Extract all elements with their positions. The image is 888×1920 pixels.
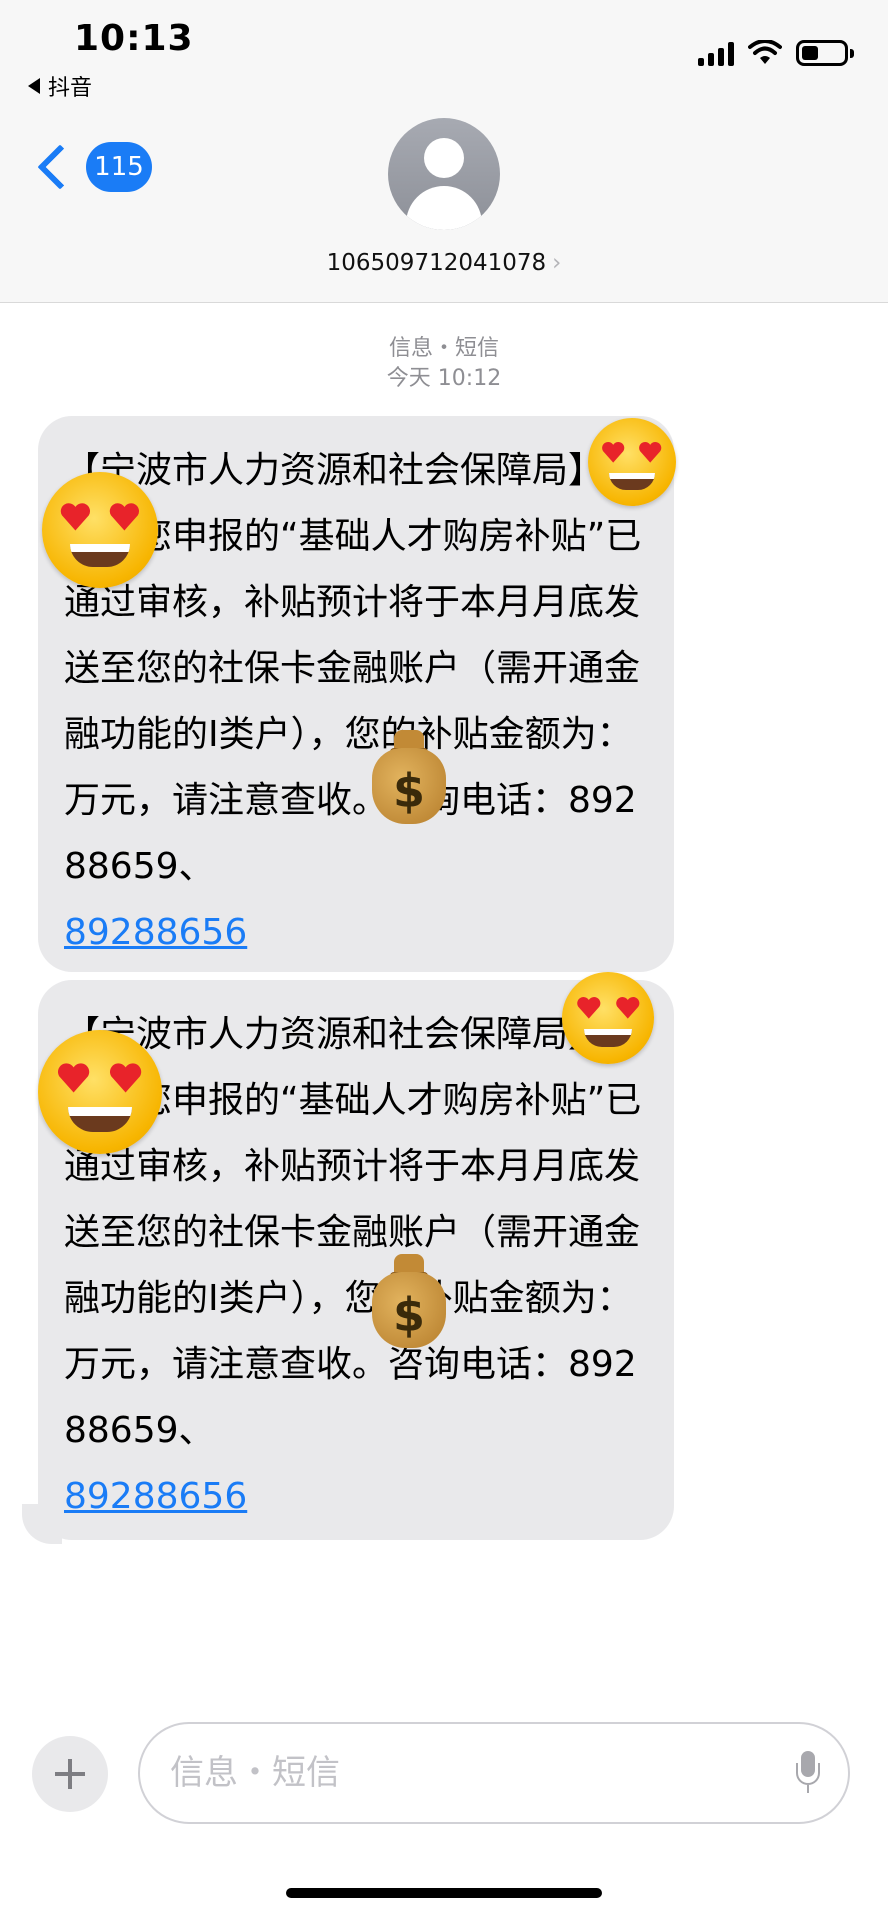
unread-count-badge: 115: [86, 142, 152, 192]
wifi-icon: [748, 40, 782, 64]
battery-icon: [796, 40, 854, 66]
heart-eyes-emoji: [588, 418, 676, 506]
status-time: 10:13: [74, 18, 194, 59]
chevron-right-icon: ›: [552, 250, 562, 276]
phone-link[interactable]: 89288656: [64, 900, 648, 966]
heart-eyes-emoji: [38, 1030, 162, 1154]
back-app-label: 抖音: [48, 76, 93, 101]
timestamp-label: 今天 10:12: [386, 366, 502, 391]
dollar-sign: $: [392, 1288, 425, 1342]
money-bag-emoji: $: [366, 1250, 452, 1350]
message-timestamp: 信息・短信 今天 10:12: [0, 334, 888, 394]
back-to-app-link[interactable]: 抖音: [28, 70, 92, 102]
contact-number: 106509712041078: [326, 250, 547, 276]
contact-avatar[interactable]: [388, 118, 500, 230]
add-attachment-button[interactable]: [32, 1736, 108, 1812]
status-icons: [698, 40, 854, 66]
message-composer[interactable]: [138, 1722, 850, 1824]
phone-link[interactable]: 89288656: [64, 1464, 648, 1530]
service-label: 信息・短信: [388, 336, 499, 361]
back-triangle-icon: [28, 78, 40, 94]
home-indicator[interactable]: [286, 1888, 602, 1898]
message-input[interactable]: [168, 1752, 796, 1794]
heart-eyes-emoji: [42, 472, 158, 588]
dollar-sign: $: [392, 764, 425, 818]
heart-eyes-emoji: [562, 972, 654, 1064]
conversation-header: 10:13 抖音 115 106509712041078 ›: [0, 0, 888, 303]
person-icon: [424, 138, 464, 178]
contact-name[interactable]: 106509712041078 ›: [0, 250, 888, 276]
microphone-icon[interactable]: [796, 1751, 820, 1795]
chevron-left-icon: [37, 144, 83, 190]
back-button[interactable]: 115: [34, 142, 152, 192]
money-bag-emoji: $: [366, 726, 452, 826]
cellular-signal-icon: [698, 40, 734, 66]
